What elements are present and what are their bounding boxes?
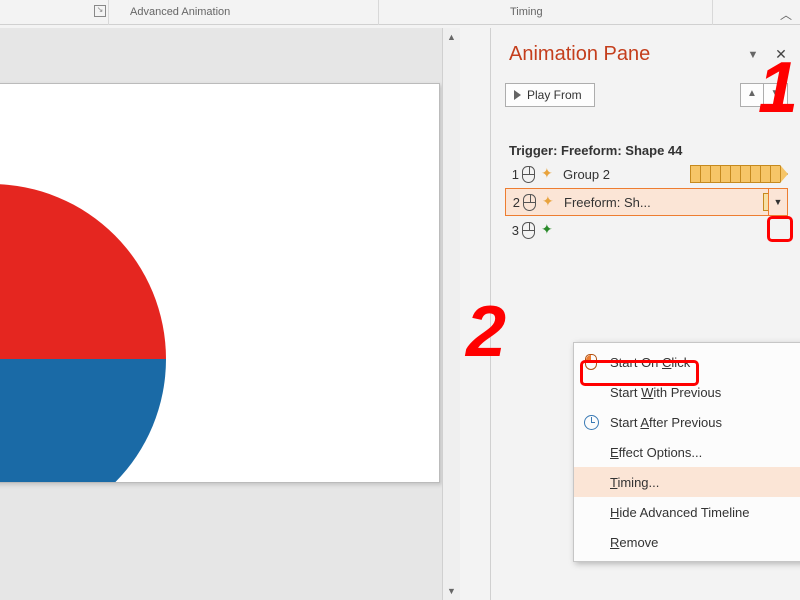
timeline-bar[interactable] (690, 165, 788, 183)
play-from-button[interactable]: Play From (505, 83, 595, 107)
ribbon-separator (108, 0, 109, 25)
scroll-up-icon[interactable]: ▲ (443, 28, 460, 46)
collapse-ribbon-icon[interactable]: ︿ (780, 6, 792, 23)
animation-item[interactable]: 1 ✦ Group 2 (505, 160, 788, 188)
animation-number: 2 (506, 195, 520, 210)
clock-icon (582, 413, 600, 431)
menu-timing[interactable]: Timing... (574, 467, 800, 497)
trigger-label: Trigger: Freeform: Shape 44 (509, 143, 682, 158)
menu-effect-options[interactable]: Effect Options... (574, 437, 800, 467)
ribbon-group-advanced-animation: Advanced Animation (130, 6, 230, 18)
ribbon-separator (378, 0, 379, 25)
mouse-click-icon (523, 194, 536, 211)
scroll-down-icon[interactable]: ▼ (443, 582, 460, 600)
animation-name: Freeform: Sh... (564, 195, 651, 210)
animation-name: Group 2 (563, 167, 610, 182)
play-from-label: Play From (527, 88, 582, 102)
menu-start-with-previous[interactable]: Start With Previous (574, 377, 800, 407)
ribbon-separator (712, 0, 713, 25)
menu-hide-advanced-timeline[interactable]: Hide Advanced Timeline (574, 497, 800, 527)
animation-item-selected[interactable]: 2 ✦ Freeform: Sh... ▼ (505, 188, 788, 216)
annotation-number-2: 2 (466, 296, 506, 368)
ribbon-group-timing: Timing (510, 6, 543, 18)
animation-number: 3 (505, 223, 519, 238)
menu-remove[interactable]: Remove (574, 527, 800, 557)
play-row: Play From ▲ ▼ (505, 83, 788, 107)
pane-header: Animation Pane ▼ ✕ (509, 43, 788, 66)
context-menu: Start On Click Start With Previous Start… (573, 342, 800, 562)
pane-title: Animation Pane (509, 43, 746, 66)
ribbon-strip: ↘ Advanced Animation Timing ︿ (0, 0, 800, 25)
mouse-click-icon (522, 166, 535, 183)
mouse-click-icon (522, 222, 535, 239)
spin-effect-icon: ✦ (541, 166, 557, 182)
menu-start-on-click[interactable]: Start On Click (574, 347, 800, 377)
play-icon (514, 90, 521, 100)
pie-chart-shape[interactable] (0, 184, 166, 483)
entrance-effect-icon: ✦ (541, 222, 557, 238)
menu-start-after-previous[interactable]: Start After Previous (574, 407, 800, 437)
spin-effect-icon: ✦ (542, 194, 558, 210)
dialog-launcher-icon[interactable]: ↘ (94, 5, 106, 17)
vertical-scrollbar[interactable]: ▲ ▼ (442, 28, 460, 600)
animation-list: 1 ✦ Group 2 2 ✦ Freeform: Sh... ▼ 3 ✦ St (505, 160, 788, 244)
annotation-number-1: 1 (758, 52, 798, 124)
animation-number: 1 (505, 167, 519, 182)
slide[interactable] (0, 83, 440, 483)
animation-pane: Animation Pane ▼ ✕ Play From ▲ ▼ Trigger… (490, 28, 800, 600)
slide-canvas-area: ▲ ▼ (0, 28, 460, 600)
mouse-icon (582, 353, 600, 371)
animation-item[interactable]: 3 ✦ (505, 216, 788, 244)
animation-item-dropdown-icon[interactable]: ▼ (768, 188, 788, 216)
